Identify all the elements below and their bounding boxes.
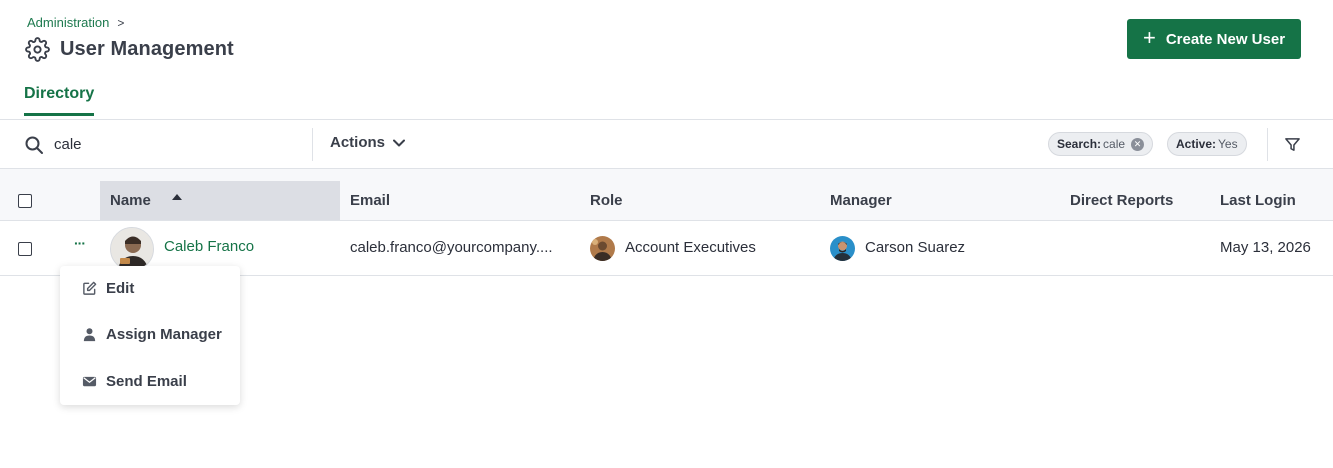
- manager-avatar: [830, 236, 855, 261]
- search-input[interactable]: [54, 132, 294, 156]
- page-title: User Management: [60, 38, 234, 60]
- column-header-manager[interactable]: Manager: [830, 192, 892, 209]
- filter-chip-active: Active: Yes: [1167, 132, 1247, 156]
- create-new-user-label: Create New User: [1165, 30, 1286, 48]
- page-header: User Management: [25, 37, 234, 62]
- chip-value: cale: [1103, 137, 1126, 151]
- column-header-last-login[interactable]: Last Login: [1220, 192, 1296, 209]
- avatar: [110, 227, 154, 271]
- column-header-role[interactable]: Role: [590, 192, 623, 209]
- chip-value: Yes: [1218, 137, 1238, 151]
- menu-item-assign-manager[interactable]: Assign Manager: [82, 326, 222, 343]
- column-header-email[interactable]: Email: [350, 192, 390, 209]
- actions-dropdown[interactable]: Actions: [330, 134, 406, 151]
- plus-icon: +: [1142, 25, 1156, 50]
- table-header: Name Email Role Manager Direct Reports L…: [0, 169, 1333, 221]
- tab-directory[interactable]: Directory: [24, 85, 95, 116]
- chevron-down-icon: [393, 139, 406, 146]
- manager-cell: Carson Suarez: [865, 239, 966, 256]
- row-actions-menu: Edit Assign Manager Send Email: [60, 266, 240, 405]
- column-header-direct-reports[interactable]: Direct Reports: [1070, 192, 1173, 209]
- user-name-link[interactable]: Caleb Franco: [164, 238, 254, 255]
- menu-item-label: Send Email: [106, 373, 187, 390]
- menu-item-edit[interactable]: Edit: [82, 280, 134, 297]
- chip-key: Search:: [1057, 137, 1102, 151]
- role-avatar: [590, 236, 615, 261]
- email-cell: caleb.franco@yourcompany....: [350, 239, 553, 256]
- menu-item-send-email[interactable]: Send Email: [82, 373, 187, 390]
- person-icon: [83, 328, 96, 342]
- sort-ascending-icon[interactable]: [172, 194, 182, 200]
- filter-icon[interactable]: [1284, 136, 1301, 153]
- breadcrumb-administration[interactable]: Administration: [27, 15, 109, 30]
- row-checkbox[interactable]: [18, 242, 32, 256]
- menu-item-label: Edit: [106, 280, 135, 297]
- search-icon: [25, 136, 43, 154]
- remove-chip-icon[interactable]: ✕: [1131, 137, 1145, 151]
- toolbar-divider: [1267, 128, 1268, 161]
- breadcrumb-separator: >: [117, 15, 125, 30]
- envelope-icon: [82, 376, 97, 387]
- gear-icon: [25, 37, 50, 62]
- chip-key: Active:: [1176, 137, 1217, 151]
- last-login-cell: May 13, 2026: [1220, 239, 1311, 256]
- filter-chip-search: Search: cale ✕: [1048, 132, 1154, 156]
- column-header-name[interactable]: Name: [110, 192, 151, 209]
- actions-label: Actions: [330, 134, 386, 151]
- edit-icon: [83, 281, 97, 295]
- toolbar: Actions Search: cale ✕ Active: Yes: [0, 120, 1333, 169]
- menu-item-label: Assign Manager: [106, 326, 222, 343]
- tab-bar: Directory: [0, 80, 1333, 120]
- toolbar-divider: [312, 128, 313, 161]
- select-all-checkbox[interactable]: [18, 194, 32, 208]
- more-options-icon[interactable]: ···: [74, 235, 86, 251]
- role-cell: Account Executives: [625, 239, 756, 256]
- create-new-user-button[interactable]: + Create New User: [1127, 19, 1301, 59]
- breadcrumb: Administration >: [27, 15, 124, 30]
